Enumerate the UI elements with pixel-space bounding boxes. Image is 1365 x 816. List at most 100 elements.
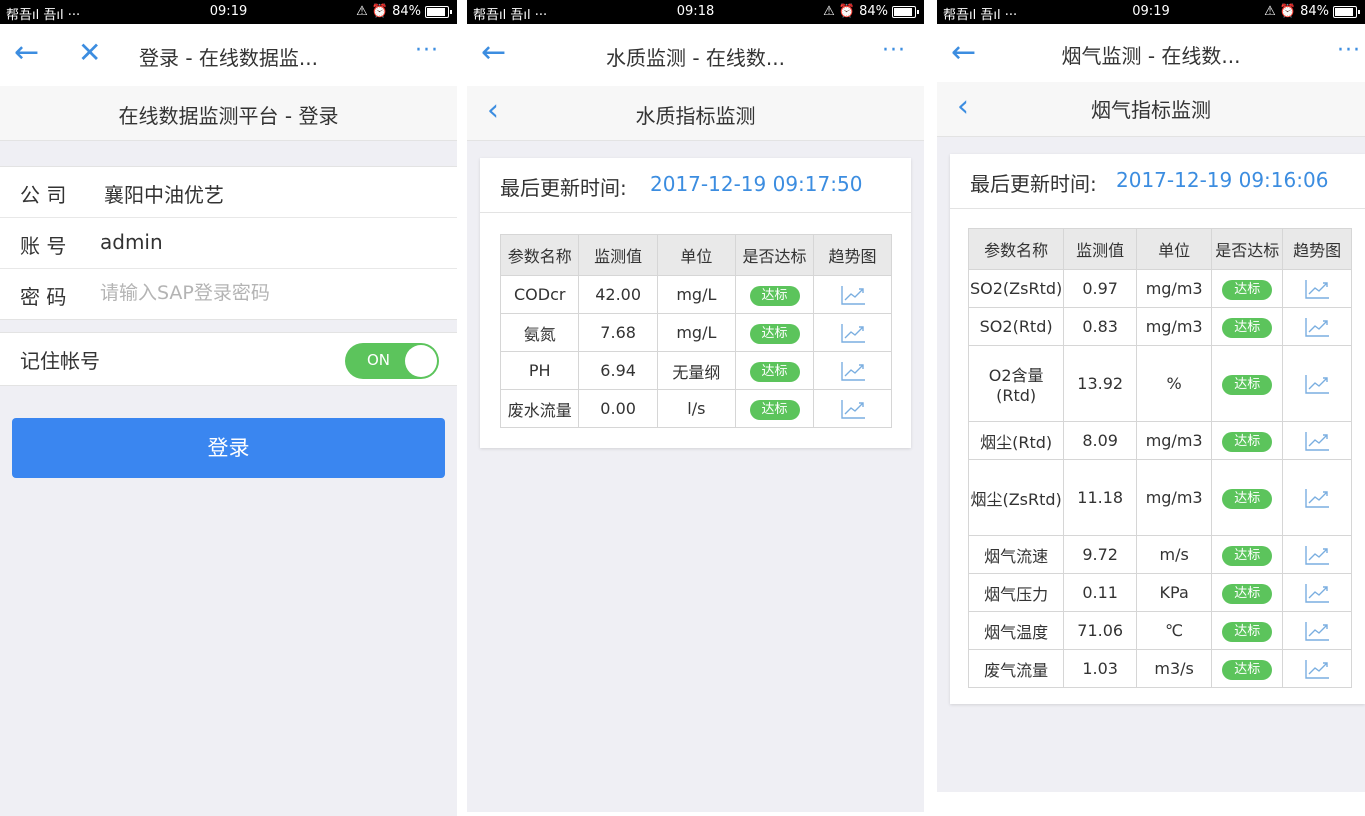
- section-title: 水质指标监测: [635, 104, 756, 128]
- status-cell: 达标: [1211, 345, 1284, 422]
- smoke-card: 最后更新时间: 2017-12-19 09:16:06 参数名称 监测值 单位 …: [950, 154, 1365, 704]
- trend-cell[interactable]: [1282, 573, 1352, 612]
- alarm-icon: ⚠ ⏰: [1264, 4, 1297, 19]
- battery-icon: [425, 5, 452, 18]
- status-cell: 达标: [1211, 611, 1284, 650]
- trend-cell[interactable]: [813, 313, 892, 352]
- password-row[interactable]: 密 码: [0, 269, 457, 319]
- remember-label: 记住帐号: [20, 349, 100, 373]
- trend-chart-icon[interactable]: [1304, 278, 1330, 300]
- remember-toggle[interactable]: ON: [345, 343, 439, 379]
- trend-chart-icon[interactable]: [1304, 373, 1330, 395]
- nav-bar: ← ✕ 登录 - 在线数据监... ···: [0, 24, 457, 86]
- table-row: 废气流量 1.03 m3/s 达标: [967, 649, 1352, 688]
- trend-cell[interactable]: [813, 389, 892, 428]
- update-time-value: 2017-12-19 09:16:06: [1116, 168, 1329, 192]
- company-field[interactable]: 襄阳中油优艺: [104, 179, 224, 208]
- trend-chart-icon[interactable]: [840, 322, 866, 344]
- section-header: 在线数据监测平台 - 登录: [0, 86, 457, 141]
- trend-cell[interactable]: [1282, 421, 1352, 460]
- param-name-cell: 氨氮: [499, 313, 580, 352]
- table-row: SO2(Rtd) 0.83 mg/m3 达标: [967, 307, 1352, 346]
- table-row: 氨氮 7.68 mg/L 达标: [499, 313, 892, 352]
- trend-cell[interactable]: [1282, 459, 1352, 536]
- param-name-cell: 烟气压力: [967, 573, 1065, 612]
- value-cell: 13.92: [1063, 345, 1138, 422]
- update-time-row: 最后更新时间: 2017-12-19 09:16:06: [950, 154, 1365, 209]
- table-row: 废水流量 0.00 l/s 达标: [499, 389, 892, 428]
- column-header: 单位: [656, 234, 736, 276]
- column-header: 是否达标: [734, 234, 815, 276]
- table-row: 烟气温度 71.06 ℃ 达标: [967, 611, 1352, 650]
- trend-cell[interactable]: [1282, 345, 1352, 422]
- table-row: O2含量(Rtd) 13.92% 达标: [967, 345, 1352, 422]
- status-bar: 帮吾ıl 吾ıl ··· 09:19 ⚠ ⏰ 84%: [0, 0, 457, 24]
- unit-cell: m3/s: [1136, 649, 1213, 688]
- trend-chart-icon[interactable]: [840, 360, 866, 382]
- trend-chart-icon[interactable]: [1304, 620, 1330, 642]
- smoke-table: 参数名称 监测值 单位 是否达标 趋势图 SO2(ZsRtd) 0.97 mg/m3…: [967, 228, 1352, 688]
- status-cell: 达标: [1211, 459, 1284, 536]
- status-cell: 达标: [1211, 307, 1284, 346]
- param-name-cell: 烟气流速: [967, 535, 1065, 574]
- account-field[interactable]: admin: [100, 230, 163, 254]
- status-badge: 达标: [1222, 374, 1273, 395]
- param-name-cell: 烟尘(Rtd): [967, 421, 1065, 460]
- account-row[interactable]: 账 号 admin: [0, 218, 457, 269]
- param-name-cell: 烟尘(ZsRtd): [967, 459, 1065, 536]
- status-badge: 达标: [1222, 488, 1273, 509]
- unit-cell: m/s: [1136, 535, 1213, 574]
- trend-chart-icon[interactable]: [840, 284, 866, 306]
- water-table: 参数名称 监测值 单位 是否达标 趋势图 CODcr 42.00 mg/L 达标 氨氮 7…: [499, 234, 892, 428]
- trend-cell[interactable]: [1282, 649, 1352, 688]
- more-options-icon[interactable]: ···: [415, 38, 439, 63]
- param-name-cell: CODcr: [499, 275, 580, 314]
- page-title: 烟气监测 - 在线数...: [1061, 44, 1241, 68]
- trend-chart-icon[interactable]: [840, 398, 866, 420]
- password-label: 密 码: [20, 285, 67, 309]
- table-row: CODcr 42.00 mg/L 达标: [499, 275, 892, 314]
- trend-chart-icon[interactable]: [1304, 316, 1330, 338]
- trend-chart-icon[interactable]: [1304, 430, 1330, 452]
- trend-chart-icon[interactable]: [1304, 544, 1330, 566]
- trend-chart-icon[interactable]: [1304, 487, 1330, 509]
- status-badge: 达标: [1222, 545, 1273, 566]
- column-header: 趋势图: [813, 234, 892, 276]
- more-options-icon[interactable]: ···: [882, 38, 906, 63]
- unit-cell: KPa: [1136, 573, 1213, 612]
- login-screen: 帮吾ıl 吾ıl ··· 09:19 ⚠ ⏰ 84% ← ✕ 登录 - 在线数据…: [0, 0, 457, 816]
- password-input[interactable]: [100, 279, 420, 307]
- status-bar: 帮吾ıl 吾ıl ··· 09:18 ⚠ ⏰ 84%: [467, 0, 924, 24]
- status-cell: 达标: [734, 313, 815, 352]
- param-name-cell: SO2(ZsRtd): [967, 269, 1065, 308]
- trend-cell[interactable]: [1282, 269, 1352, 308]
- trend-cell[interactable]: [1282, 307, 1352, 346]
- column-header: 单位: [1136, 228, 1213, 270]
- param-name-cell: 废气流量: [967, 649, 1065, 688]
- param-name-cell: 废水流量: [499, 389, 580, 428]
- battery-level: 84%: [859, 4, 888, 19]
- param-name-cell: O2含量(Rtd): [967, 345, 1065, 422]
- company-label: 公 司: [20, 183, 67, 207]
- status-badge: 达标: [1222, 317, 1273, 338]
- page-title: 水质监测 - 在线数...: [605, 46, 785, 70]
- company-row[interactable]: 公 司 襄阳中油优艺: [0, 167, 457, 218]
- value-cell: 0.00: [578, 389, 658, 428]
- login-button[interactable]: 登录: [12, 418, 445, 478]
- trend-cell[interactable]: [1282, 535, 1352, 574]
- value-cell: 42.00: [578, 275, 658, 314]
- unit-cell: l/s: [656, 389, 736, 428]
- more-options-icon[interactable]: ···: [1337, 38, 1361, 63]
- trend-cell[interactable]: [1282, 611, 1352, 650]
- trend-cell[interactable]: [813, 351, 892, 390]
- alarm-icon: ⚠ ⏰: [356, 4, 389, 19]
- status-badge: 达标: [1222, 431, 1273, 452]
- trend-cell[interactable]: [813, 275, 892, 314]
- value-cell: 11.18: [1063, 459, 1138, 536]
- column-header: 是否达标: [1211, 228, 1284, 270]
- status-badge: 达标: [1222, 621, 1273, 642]
- trend-chart-icon[interactable]: [1304, 582, 1330, 604]
- status-bar: 帮吾ıl 吾ıl ··· 09:19 ⚠ ⏰ 84%: [937, 0, 1365, 24]
- water-card: 最后更新时间: 2017-12-19 09:17:50 参数名称 监测值 单位 …: [480, 158, 911, 448]
- trend-chart-icon[interactable]: [1304, 658, 1330, 680]
